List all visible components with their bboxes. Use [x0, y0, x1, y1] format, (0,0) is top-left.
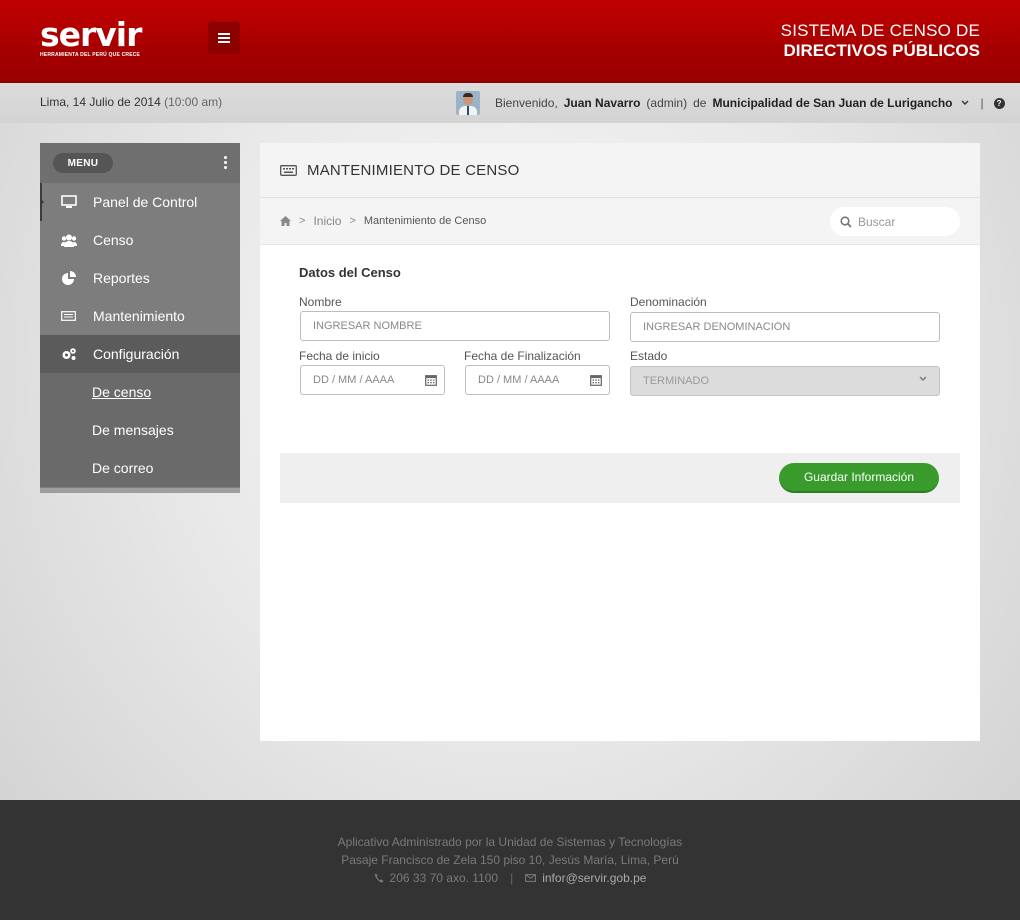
sidebar-item-configuracion[interactable]: Configuración	[40, 335, 240, 373]
search-box[interactable]	[830, 207, 960, 236]
main-panel: MANTENIMIENTO DE CENSO > Inicio > Manten…	[260, 143, 980, 741]
keyboard-icon	[280, 164, 297, 176]
calendar-icon[interactable]	[425, 374, 437, 386]
nombre-field[interactable]	[300, 311, 610, 341]
calendar-icon[interactable]	[590, 374, 602, 386]
sidebar-item-label: Reportes	[93, 270, 150, 286]
system-title: SISTEMA DE CENSO DE DIRECTIVOS PÚBLICOS	[781, 21, 980, 61]
denominacion-label: Denominación	[630, 295, 707, 309]
phone-icon	[374, 873, 384, 883]
logo-tagline: HERRAMIENTA DEL PERÚ QUE CRECE	[40, 52, 141, 58]
servir-logo[interactable]: servir HERRAMIENTA DEL PERÚ QUE CRECE	[40, 18, 160, 62]
sidebar-item-label: Censo	[93, 232, 134, 248]
gears-icon	[60, 346, 77, 363]
monitor-icon	[60, 194, 77, 211]
chevron-down-icon	[919, 376, 927, 382]
fecha-fin-field[interactable]	[465, 365, 610, 395]
divider: |	[510, 871, 514, 885]
form-section-title: Datos del Censo	[299, 265, 401, 280]
sidebar-item-mantenimiento[interactable]: Mantenimiento	[40, 297, 240, 335]
pie-chart-icon	[60, 270, 77, 287]
footer-email-link[interactable]: infor@servir.gob.pe	[542, 871, 646, 885]
app-header: servir HERRAMIENTA DEL PERÚ QUE CRECE SI…	[0, 0, 1020, 83]
keyboard-icon	[60, 308, 77, 325]
fecha-fin-label: Fecha de Finalización	[464, 349, 581, 363]
denominacion-input[interactable]	[643, 321, 939, 333]
question-icon[interactable]: ?	[993, 97, 1005, 109]
submenu-item-de-correo[interactable]: De correo	[40, 449, 240, 487]
config-submenu: De censo De mensajes De correo	[40, 373, 240, 487]
envelope-icon	[525, 874, 537, 882]
avatar[interactable]	[456, 91, 480, 115]
breadcrumb-current: Mantenimiento de Censo	[363, 215, 487, 227]
submenu-item-de-mensajes[interactable]: De mensajes	[40, 411, 240, 449]
form-actions: Guardar Información	[280, 453, 960, 503]
estado-value: TERMINADO	[643, 375, 709, 387]
panel-header: MANTENIMIENTO DE CENSO	[260, 143, 980, 198]
breadcrumb: > Inicio > Mantenimiento de Censo	[260, 198, 980, 245]
sidebar-item-label: Configuración	[93, 346, 180, 362]
hamburger-icon	[218, 33, 230, 43]
chevron-down-icon[interactable]	[961, 100, 969, 106]
footer-line1: Aplicativo Administrado por la Unidad de…	[337, 835, 683, 849]
user-name: Juan Navarro	[563, 96, 641, 110]
divider: |	[980, 96, 984, 110]
organization-selector[interactable]: Municipalidad de San Juan de Lurigancho	[712, 96, 952, 110]
menu-label: MENU	[53, 153, 113, 173]
sidebar-item-label: Mantenimiento	[93, 308, 185, 324]
of-text: de	[693, 96, 707, 110]
sidebar-item-panel-de-control[interactable]: Panel de Control	[40, 183, 240, 221]
nombre-input[interactable]	[313, 320, 609, 332]
chevron-right-icon: >	[299, 215, 306, 227]
sidebar-item-label: Panel de Control	[93, 194, 198, 210]
footer-line2: Pasaje Francisco de Zela 150 piso 10, Je…	[341, 853, 679, 867]
footer-phone: 206 33 70 axo. 1100	[389, 871, 499, 885]
nombre-label: Nombre	[299, 295, 342, 309]
submenu-item-de-censo[interactable]: De censo	[40, 373, 240, 411]
current-date: Lima, 14 Julio de 2014 (10:00 am)	[40, 95, 222, 109]
system-title-line2: DIRECTIVOS PÚBLICOS	[783, 41, 980, 60]
fecha-inicio-field[interactable]	[300, 365, 445, 395]
user-role: (admin)	[646, 96, 688, 110]
date-text: Lima, 14 Julio de 2014	[40, 95, 161, 109]
estado-label: Estado	[630, 349, 668, 363]
menu-toggle-button[interactable]	[208, 22, 240, 54]
denominacion-field[interactable]	[630, 312, 940, 342]
time-text: (10:00 am)	[164, 95, 223, 109]
home-icon[interactable]	[280, 216, 291, 226]
system-title-line1: SISTEMA DE CENSO DE	[780, 21, 980, 40]
kebab-menu-icon[interactable]	[224, 156, 227, 171]
search-icon	[840, 215, 852, 228]
footer-contact: 206 33 70 axo. 1100 | infor@servir.gob.p…	[0, 871, 1020, 885]
sidebar-header: MENU	[40, 143, 240, 183]
page-title: MANTENIMIENTO DE CENSO	[307, 161, 520, 179]
welcome-text: Bienvenido,	[495, 96, 558, 110]
user-info: Bienvenido, Juan Navarro (admin) de Muni…	[456, 91, 1005, 115]
breadcrumb-inicio[interactable]: Inicio	[313, 214, 341, 228]
info-bar: Lima, 14 Julio de 2014 (10:00 am) Bienve…	[0, 83, 1020, 123]
search-input[interactable]	[858, 214, 948, 229]
sidebar-item-reportes[interactable]: Reportes	[40, 259, 240, 297]
estado-select[interactable]: TERMINADO	[630, 366, 940, 396]
sidebar: MENU Panel de Control Censo Reportes Man…	[40, 143, 240, 493]
sidebar-item-censo[interactable]: Censo	[40, 221, 240, 259]
save-button[interactable]: Guardar Información	[779, 463, 939, 493]
users-icon	[60, 232, 77, 249]
chevron-right-icon: >	[349, 215, 356, 227]
fecha-inicio-label: Fecha de inicio	[299, 349, 380, 363]
logo-text: servir	[40, 15, 142, 54]
footer: Aplicativo Administrado por la Unidad de…	[0, 800, 1020, 920]
